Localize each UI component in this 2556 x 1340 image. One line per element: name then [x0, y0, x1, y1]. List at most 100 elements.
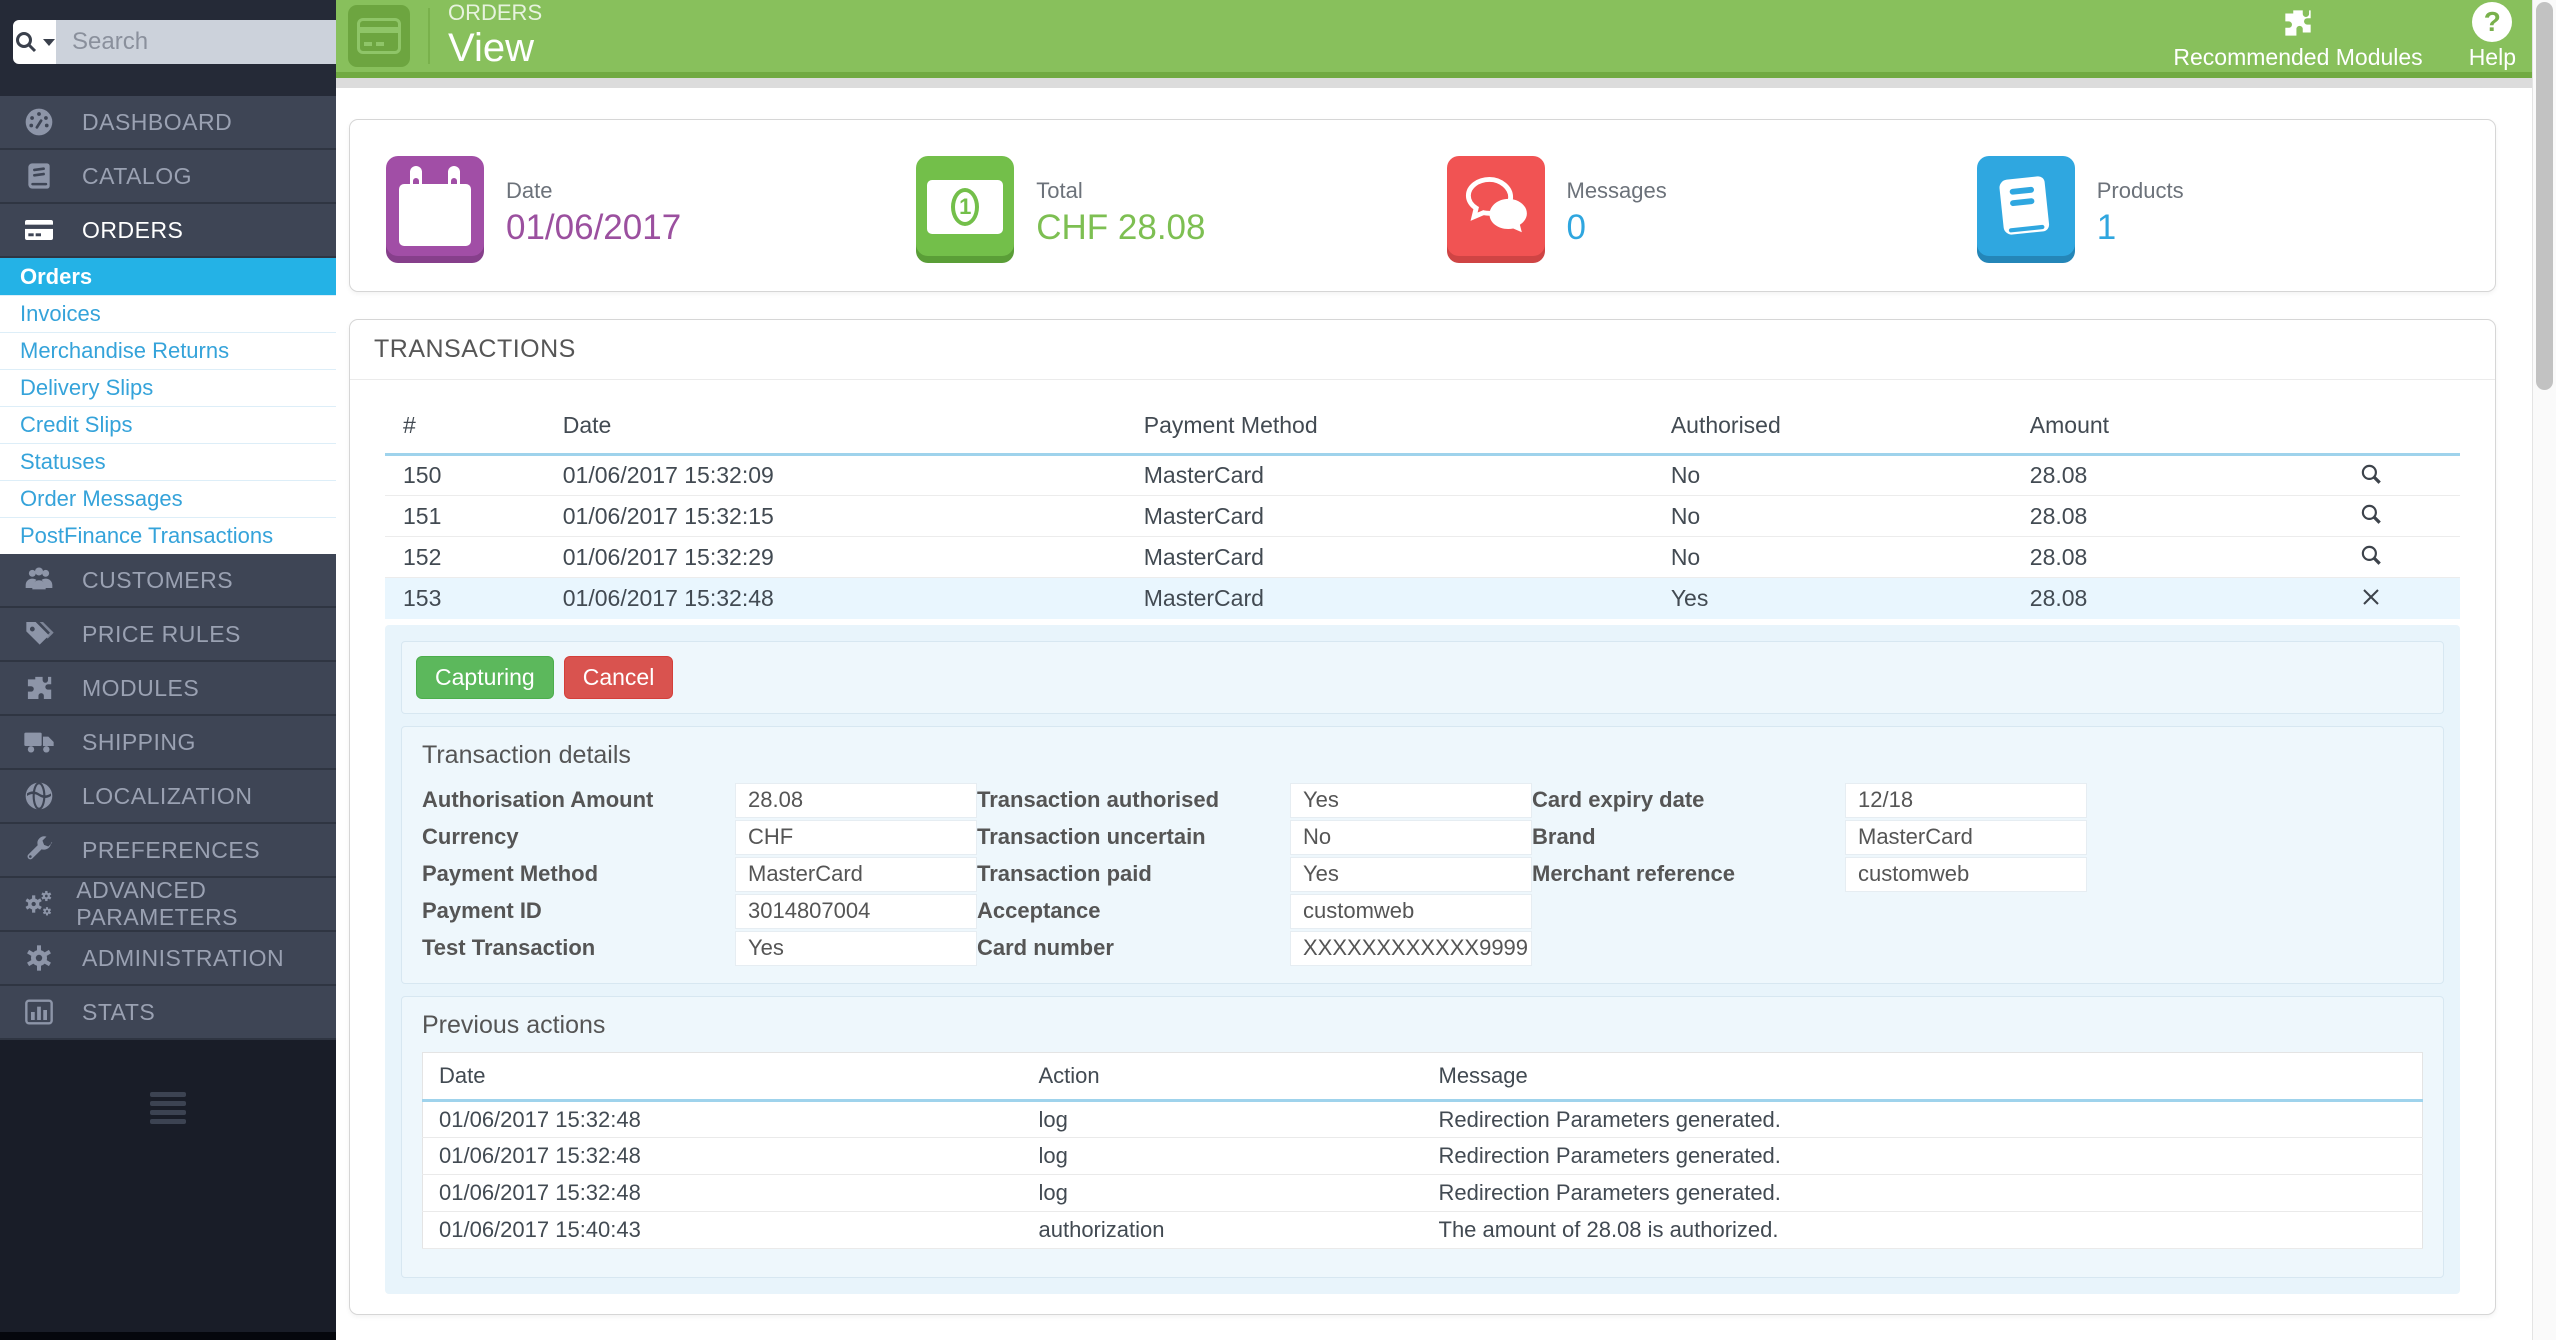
sidebar-item-administration[interactable]: ADMINISTRATION [0, 932, 336, 986]
book-icon [22, 159, 66, 193]
submenu-item-order-messages[interactable]: Order Messages [0, 480, 336, 517]
submenu-item-credit-slips[interactable]: Credit Slips [0, 406, 336, 443]
sidebar-item-modules[interactable]: MODULES [0, 662, 336, 716]
submenu-item-invoices[interactable]: Invoices [0, 295, 336, 332]
submenu-item-statuses[interactable]: Statuses [0, 443, 336, 480]
sidebar-item-catalog[interactable]: CATALOG [0, 150, 336, 204]
puzzle-icon [22, 671, 66, 705]
tags-icon [22, 617, 66, 651]
stat-label: Total [1036, 178, 1205, 204]
submenu-item-merchandise-returns[interactable]: Merchandise Returns [0, 332, 336, 369]
sidebar-item-label: DASHBOARD [82, 109, 232, 136]
submenu-item-postfinance-transactions[interactable]: PostFinance Transactions [0, 517, 336, 554]
capturing-button[interactable]: Capturing [416, 656, 554, 699]
transaction-row: 150 01/06/2017 15:32:09 MasterCard No 28… [385, 455, 2460, 496]
sidebar-item-label: CUSTOMERS [82, 567, 233, 594]
main-area: ORDERS View Recommended Modules ? Help [336, 0, 2556, 1340]
sidebar-item-label: LOCALIZATION [82, 783, 252, 810]
content: Date 01/06/2017 1 Total CHF 28.08 [336, 119, 2556, 1315]
field-value: XXXXXXXXXXXX9999 [1290, 931, 1532, 966]
view-transaction-icon[interactable] [2356, 540, 2386, 570]
field-value: MasterCard [735, 857, 977, 892]
field-value: 28.08 [735, 783, 977, 818]
previous-action-row: 01/06/2017 15:32:48 log Redirection Para… [423, 1101, 2423, 1138]
transactions-header-row: # Date Payment Method Authorised Amount [385, 412, 2460, 455]
field-label: Test Transaction [422, 935, 735, 961]
search-icon [14, 30, 38, 54]
sidebar-item-label: ORDERS [82, 217, 183, 244]
order-summary-panel: Date 01/06/2017 1 Total CHF 28.08 [349, 119, 2496, 292]
view-transaction-icon[interactable] [2356, 459, 2386, 489]
transaction-row-selected: 153 01/06/2017 15:32:48 MasterCard Yes 2… [385, 578, 2460, 619]
page-header: ORDERS View Recommended Modules ? Help [336, 0, 2556, 78]
sidebar-item-advanced-parameters[interactable]: ADVANCED PARAMETERS [0, 878, 336, 932]
collapse-menu-icon[interactable] [150, 1092, 186, 1128]
close-icon[interactable] [2356, 582, 2386, 612]
sidebar-item-label: PRICE RULES [82, 621, 241, 648]
truck-icon [22, 725, 66, 759]
stat-label: Date [506, 178, 681, 204]
stat-label: Products [2097, 178, 2184, 204]
field-label: Transaction uncertain [977, 824, 1290, 850]
credit-card-icon [22, 213, 66, 247]
details-column-1: Authorisation Amount28.08 CurrencyCHF Pa… [422, 782, 977, 967]
people-icon [22, 563, 66, 597]
gears-icon [22, 887, 60, 921]
transactions-table: # Date Payment Method Authorised Amount … [385, 412, 2460, 619]
sidebar-item-label: SHIPPING [82, 729, 196, 756]
sidebar-item-preferences[interactable]: PREFERENCES [0, 824, 336, 878]
sidebar-item-stats[interactable]: STATS [0, 986, 336, 1040]
transaction-details-title: Transaction details [422, 741, 2423, 770]
field-label: Card number [977, 935, 1290, 961]
app-window: DASHBOARD CATALOG ORDERS Orders Invoices… [0, 0, 2556, 1340]
recommended-modules-label: Recommended Modules [2173, 44, 2422, 71]
sidebar-item-label: MODULES [82, 675, 199, 702]
puzzle-icon [2277, 4, 2319, 42]
field-label: Transaction paid [977, 861, 1290, 887]
sidebar: DASHBOARD CATALOG ORDERS Orders Invoices… [0, 0, 336, 1340]
vertical-scrollbar[interactable] [2532, 0, 2556, 1340]
sidebar-item-customers[interactable]: CUSTOMERS [0, 554, 336, 608]
sidebar-item-label: ADMINISTRATION [82, 945, 284, 972]
previous-action-row: 01/06/2017 15:32:48 log Redirection Para… [423, 1138, 2423, 1175]
field-label: Authorisation Amount [422, 787, 735, 813]
submenu-item-delivery-slips[interactable]: Delivery Slips [0, 369, 336, 406]
transactions-panel-title: TRANSACTIONS [350, 320, 2495, 380]
help-button[interactable]: ? Help [2469, 2, 2516, 71]
previous-actions-panel: Previous actions Date Action Message [401, 996, 2444, 1278]
col-actions [2282, 412, 2460, 455]
recommended-modules-button[interactable]: Recommended Modules [2173, 4, 2422, 71]
chevron-down-icon [43, 39, 55, 46]
orders-header-icon [348, 5, 410, 67]
chat-icon [1447, 156, 1545, 256]
transaction-row: 151 01/06/2017 15:32:15 MasterCard No 28… [385, 496, 2460, 537]
sidebar-item-localization[interactable]: LOCALIZATION [0, 770, 336, 824]
stat-date: Date 01/06/2017 [362, 156, 892, 256]
sidebar-item-price-rules[interactable]: PRICE RULES [0, 608, 336, 662]
sidebar-item-dashboard[interactable]: DASHBOARD [0, 96, 336, 150]
field-value: 3014807004 [735, 894, 977, 929]
search-zone [0, 0, 336, 96]
sidebar-item-orders[interactable]: ORDERS [0, 204, 336, 258]
field-label: Payment ID [422, 898, 735, 924]
search-scope-button[interactable] [13, 20, 56, 64]
scrollbar-thumb[interactable] [2536, 2, 2553, 390]
cancel-button[interactable]: Cancel [564, 656, 674, 699]
transaction-details-panel: Transaction details Authorisation Amount… [401, 726, 2444, 984]
help-label: Help [2469, 44, 2516, 71]
bar-chart-icon [22, 995, 66, 1029]
col-message: Message [1423, 1053, 2423, 1101]
view-transaction-icon[interactable] [2356, 499, 2386, 529]
field-value: MasterCard [1845, 820, 2087, 855]
sidebar-item-shipping[interactable]: SHIPPING [0, 716, 336, 770]
stat-value: 0 [1567, 208, 1667, 248]
field-value: customweb [1290, 894, 1532, 929]
col-amount: Amount [2012, 412, 2282, 455]
field-label: Merchant reference [1532, 861, 1845, 887]
previous-actions-header-row: Date Action Message [423, 1053, 2423, 1101]
field-label: Transaction authorised [977, 787, 1290, 813]
submenu-item-orders[interactable]: Orders [0, 258, 336, 295]
field-label: Payment Method [422, 861, 735, 887]
details-column-3: Card expiry date12/18 BrandMasterCard Me… [1532, 782, 2087, 967]
previous-actions-title: Previous actions [422, 1011, 2423, 1040]
